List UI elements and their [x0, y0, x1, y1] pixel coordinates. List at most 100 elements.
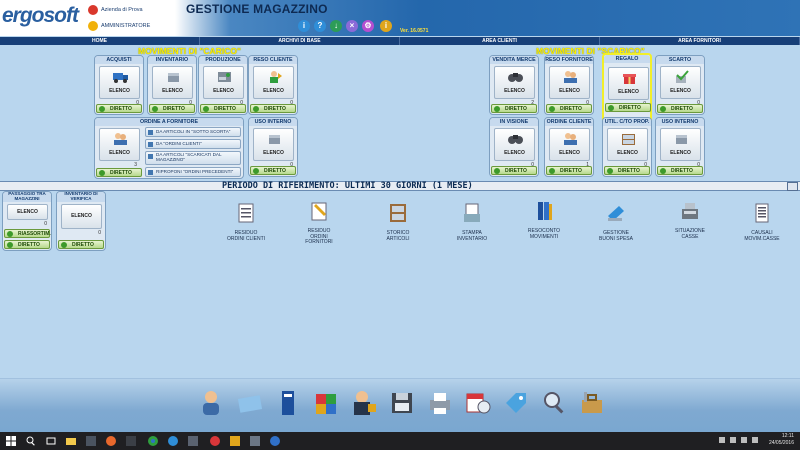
info-i-icon[interactable]: i [380, 20, 392, 32]
elenco-button[interactable]: ELENCO [607, 128, 648, 161]
elenco-button[interactable]: ELENCO [253, 66, 294, 99]
diretto-button[interactable]: DIRETTO [657, 104, 703, 113]
app3-icon[interactable] [188, 436, 198, 446]
report-residuo-ordini-fornitori[interactable]: RESIDUO ORDINI FORNITORI [289, 200, 349, 246]
diretto-button[interactable]: DIRETTO [58, 240, 104, 249]
tab-archivi-di-base[interactable]: ARCHIVI DI BASE [200, 37, 400, 45]
company-line[interactable]: Azienda di Prova [88, 5, 143, 15]
volume-icon[interactable] [741, 437, 747, 443]
settings-icon[interactable]: ⚙ [362, 20, 374, 32]
magnifier-icon[interactable] [540, 388, 568, 418]
app7-icon[interactable] [270, 436, 280, 446]
panel-inventario-di-verifica: INVENTARIO DI VERIFICA ELENCO 0 DIRETTO [56, 191, 106, 251]
report-stampa-inventario[interactable]: STAMPA INVENTARIO [442, 202, 502, 242]
diretto-button[interactable]: DIRETTO [96, 104, 142, 113]
elenco-button[interactable]: ELENCO [99, 128, 140, 161]
task-view-icon[interactable] [46, 436, 56, 446]
elenco-button[interactable]: ELENCO [61, 204, 102, 229]
arrow-icon [148, 170, 153, 175]
ordine-option-ordini-clienti[interactable]: DA "ORDINI CLIENTI" [145, 139, 241, 149]
floppy-save-icon[interactable] [388, 388, 416, 418]
elenco-button[interactable]: ELENCO [494, 66, 535, 99]
diretto-button[interactable]: DIRETTO [546, 166, 592, 175]
panel-in-visione: IN VISIONE ELENCO 0 DIRETTO [489, 117, 539, 177]
diretto-button[interactable]: DIRETTO [491, 166, 537, 175]
panel-title: USO INTERNO [656, 118, 704, 126]
elenco-button[interactable]: ELENCO [549, 66, 590, 99]
app5-icon[interactable] [230, 436, 240, 446]
person-icon[interactable] [197, 388, 225, 418]
tag-icon[interactable] [502, 388, 530, 418]
report-gestione-buoni-spesa[interactable]: GESTIONE BUONI SPESA [586, 202, 646, 242]
report-situazione-casse[interactable]: SITUAZIONE CASSE [660, 200, 720, 240]
download-icon[interactable]: ↓ [330, 20, 342, 32]
user-icon [88, 21, 98, 31]
binder-icon[interactable] [274, 388, 302, 418]
police-lock-icon[interactable] [350, 388, 378, 418]
app4-icon[interactable] [210, 436, 220, 446]
ie-icon[interactable] [168, 436, 178, 446]
app2-icon[interactable] [126, 436, 136, 446]
close-icon[interactable]: × [346, 20, 358, 32]
diretto-button[interactable]: DIRETTO [657, 166, 703, 175]
elenco-button[interactable]: ELENCO [7, 204, 48, 220]
elenco-button[interactable]: ELENCO [549, 128, 590, 161]
ordine-option-sotto-scorta[interactable]: DA ARTICOLI IN "SOTTO SCORTA" [145, 127, 241, 137]
panel-title: REGALO [604, 55, 650, 63]
windows-start-icon[interactable] [6, 436, 16, 446]
tab-home[interactable]: HOME [0, 37, 200, 45]
printer-icon[interactable] [426, 388, 454, 418]
diretto-button[interactable]: DIRETTO [4, 240, 50, 249]
diretto-button[interactable]: DIRETTO [605, 103, 651, 112]
firefox-icon[interactable] [106, 436, 116, 446]
toolbox-icon[interactable] [578, 388, 606, 418]
gift-icon [623, 74, 636, 84]
user-line[interactable]: AMMINISTRATORE [88, 21, 150, 31]
file-explorer-icon[interactable] [66, 436, 76, 446]
help-icon[interactable]: ? [314, 20, 326, 32]
search-icon[interactable] [26, 436, 36, 446]
ordine-option-scaricati[interactable]: DA ARTICOLI "SCARICATI DAL MAGAZZINO" [145, 151, 241, 165]
puzzle-icon[interactable] [312, 388, 340, 418]
elenco-button[interactable]: ELENCO [660, 128, 701, 161]
riassortim-button[interactable]: RIASSORTIM. [4, 229, 51, 238]
clock[interactable]: 12:11 24/05/2016 [769, 433, 794, 447]
report-causali-movim-casse[interactable]: CAUSALI MOVIM.CASSE [732, 202, 792, 242]
ordine-option-ripropri[interactable]: RIPROPONI "ORDINI PRECEDENTI" [145, 167, 241, 177]
document-pencil-icon [311, 202, 327, 221]
report-resoconto-movimenti[interactable]: RESOCONTO MOVIMENTI [514, 200, 574, 240]
go-arrow-icon [152, 106, 158, 112]
period-settings-icon[interactable] [787, 182, 798, 191]
diretto-button[interactable]: DIRETTO [250, 166, 296, 175]
card-icon[interactable] [236, 388, 264, 418]
tray-up-icon[interactable] [719, 437, 725, 443]
elenco-button[interactable]: ELENCO [152, 66, 193, 99]
diretto-button[interactable]: DIRETTO [546, 104, 592, 113]
panel-title: ACQUISTI [95, 56, 143, 64]
go-arrow-icon [7, 231, 13, 237]
app6-icon[interactable] [250, 436, 260, 446]
panel-ordine-cliente: ORDINE CLIENTE ELENCO 1 DIRETTO [544, 117, 594, 177]
elenco-button[interactable]: ELENCO [99, 66, 140, 99]
elenco-button[interactable]: ELENCO [253, 128, 294, 161]
app-icon[interactable] [86, 436, 96, 446]
elenco-button[interactable]: ELENCO [660, 66, 701, 99]
elenco-button[interactable]: ELENCO [608, 67, 649, 100]
elenco-button[interactable]: ELENCO [494, 128, 535, 161]
diretto-button[interactable]: DIRETTO [491, 104, 537, 113]
report-storico-articoli[interactable]: STORICO ARTICOLI [368, 202, 428, 242]
calendar-clock-icon[interactable] [464, 388, 492, 418]
tab-area-fornitori[interactable]: AREA FORNITORI [600, 37, 800, 45]
network-icon[interactable] [730, 437, 736, 443]
diretto-button[interactable]: DIRETTO [149, 104, 195, 113]
diretto-button[interactable]: DIRETTO [250, 104, 296, 113]
elenco-button[interactable]: ELENCO [203, 66, 244, 99]
diretto-button[interactable]: DIRETTO [200, 104, 246, 113]
chrome-icon[interactable] [148, 436, 158, 446]
diretto-button[interactable]: DIRETTO [96, 168, 142, 177]
report-residuo-ordini-clienti[interactable]: RESIDUO ORDINI CLIENTI [216, 202, 276, 242]
tab-area-clienti[interactable]: AREA CLIENTI [400, 37, 600, 45]
diretto-button[interactable]: DIRETTO [604, 166, 650, 175]
keyboard-icon[interactable] [752, 437, 758, 443]
info-icon[interactable]: i [298, 20, 310, 32]
